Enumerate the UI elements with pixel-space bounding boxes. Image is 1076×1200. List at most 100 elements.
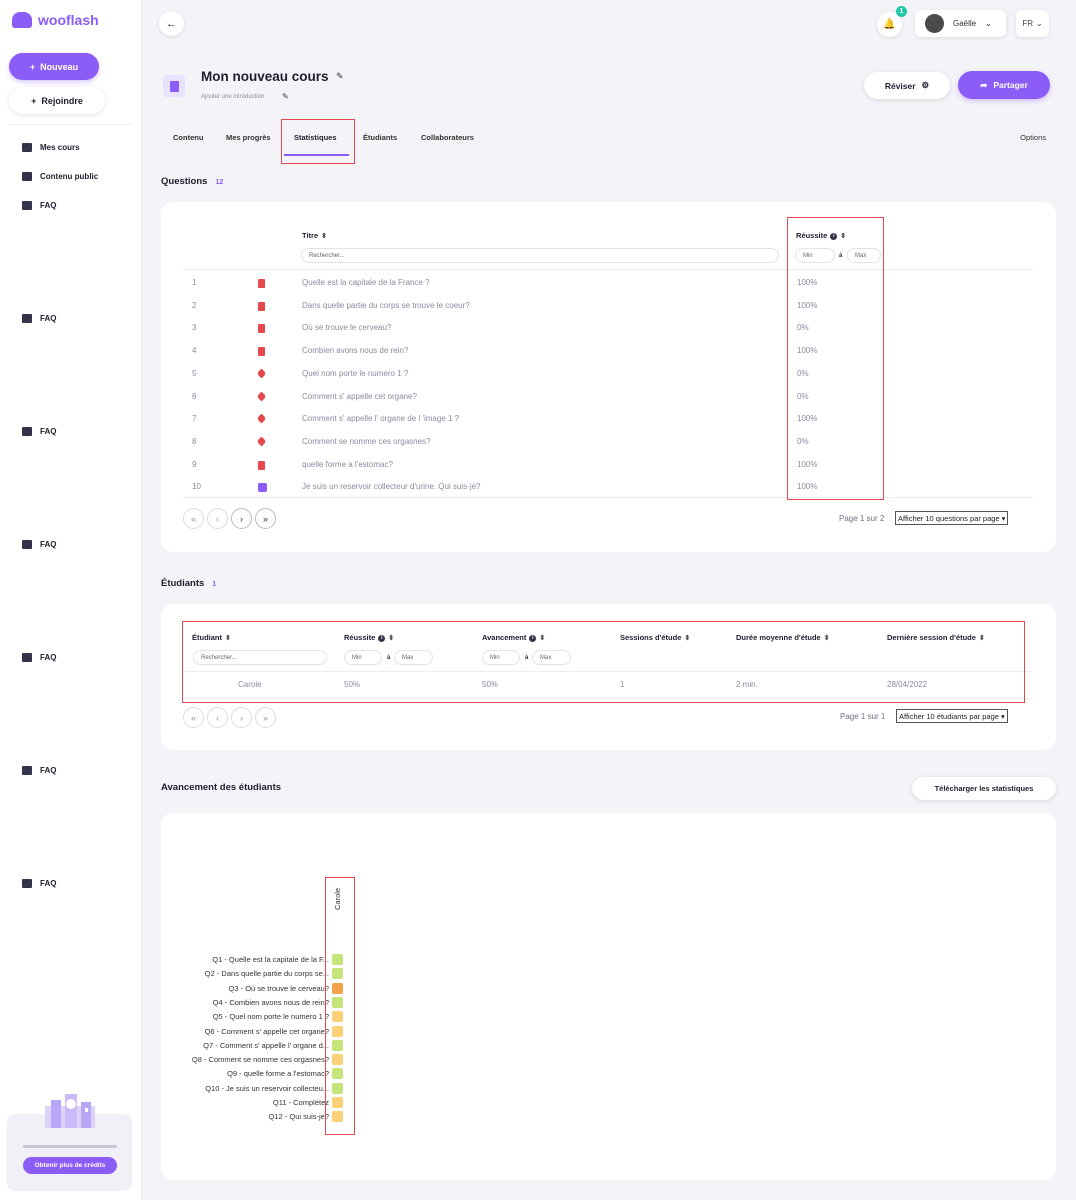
city-illustration-icon <box>45 1094 95 1128</box>
sidebar-item-faq[interactable]: FAQ <box>22 540 56 549</box>
arrow-left-icon: ← <box>166 17 177 30</box>
download-stats-button[interactable]: Télécharger les statistiques <box>912 777 1056 800</box>
students-heading: Étudiants 1 <box>161 578 216 589</box>
sidebar-item-faq[interactable]: FAQ <box>22 766 56 775</box>
question-title[interactable]: quelle forme a l'estomac? <box>302 460 393 469</box>
highlight-box <box>787 217 884 500</box>
plus-icon: + <box>31 95 37 106</box>
sidebar-item-faq[interactable]: FAQ <box>22 314 56 323</box>
first-page-button[interactable]: « <box>183 707 204 728</box>
course-icon <box>163 75 185 97</box>
sidebar-item-label: FAQ <box>40 879 57 888</box>
heatmap-question-label: Q6 - Comment s' appelle cet organe? <box>204 1026 329 1036</box>
students-per-page-select[interactable]: Afficher 10 étudiants par page ▾ <box>896 709 1008 723</box>
faq-icon <box>22 427 32 436</box>
question-search-input[interactable]: Rechercher... <box>301 248 779 263</box>
question-number: 1 <box>192 278 197 287</box>
col-title-header[interactable]: Titre ⬍ <box>302 231 327 240</box>
next-page-button[interactable]: › <box>231 508 252 529</box>
sidebar-item-faq[interactable]: FAQ <box>22 879 56 888</box>
elephant-logo-icon <box>12 12 32 28</box>
question-title[interactable]: Comment s' appelle cet organe? <box>302 392 417 401</box>
question-title[interactable]: Où se trouve le cerveau? <box>302 323 391 332</box>
user-menu[interactable]: Gaëlle ⌄ <box>915 10 1006 37</box>
tab-students[interactable]: Étudiants <box>363 133 397 142</box>
question-title[interactable]: Je suis un reservoir collecteur d'urine.… <box>302 482 481 491</box>
avatar <box>925 14 944 33</box>
question-number: 3 <box>192 323 197 333</box>
faq-icon <box>22 314 32 323</box>
highlight-box <box>325 877 355 1135</box>
tab-content[interactable]: Contenu <box>173 133 203 142</box>
tab-my-progress[interactable]: Mes progrès <box>226 133 271 142</box>
sidebar-item-my-courses[interactable]: Mes cours <box>22 143 80 152</box>
join-button-label: Rejoindre <box>41 95 83 106</box>
question-number: 5 <box>192 368 197 378</box>
question-title[interactable]: Combien avons nous de rein? <box>302 346 408 355</box>
document-icon <box>258 279 265 288</box>
new-button[interactable]: + Nouveau <box>9 53 99 80</box>
notifications-badge: 1 <box>896 6 907 17</box>
prev-page-button[interactable]: ‹ <box>207 707 228 728</box>
sidebar-item-label: FAQ <box>40 314 57 323</box>
tab-collaborators[interactable]: Collaborateurs <box>421 133 474 142</box>
get-more-credits-button[interactable]: Obtenir plus de crédits <box>23 1157 117 1174</box>
courses-icon <box>22 143 32 152</box>
course-title[interactable]: Mon nouveau cours <box>201 69 329 84</box>
back-button[interactable]: ← <box>159 11 184 36</box>
question-title[interactable]: Dans quelle partie du corps se trouve le… <box>302 301 470 310</box>
image-icon <box>258 483 267 493</box>
share-button[interactable]: ➦ Partager <box>958 71 1050 99</box>
course-intro[interactable]: Ajouter une introduction <box>201 94 264 100</box>
tag-icon <box>256 391 267 401</box>
question-number: 9 <box>192 459 197 469</box>
sidebar-item-public-content[interactable]: Contenu public <box>22 172 98 181</box>
new-button-label: Nouveau <box>40 61 79 72</box>
join-button[interactable]: + Rejoindre <box>9 87 105 114</box>
document-icon <box>258 324 265 334</box>
sort-icon: ⬍ <box>321 233 327 240</box>
sidebar-item-faq[interactable]: FAQ <box>22 201 56 210</box>
first-page-button[interactable]: « <box>183 508 204 529</box>
tag-icon <box>256 368 267 379</box>
questions-page-info: Page 1 sur 2 <box>839 514 885 523</box>
sidebar-item-label: FAQ <box>40 766 57 775</box>
language-selector[interactable]: FR ⌄ <box>1016 10 1049 37</box>
options-link[interactable]: Options <box>1020 133 1046 142</box>
questions-per-page-value: Afficher 10 questions par page <box>898 513 1000 523</box>
question-number: 7 <box>192 414 197 424</box>
document-icon <box>258 460 265 470</box>
questions-heading-label: Questions <box>161 176 208 187</box>
prev-page-button[interactable]: ‹ <box>207 508 228 529</box>
sidebar-item-label: Mes cours <box>40 143 80 152</box>
edit-title-pencil-icon[interactable]: ✎ <box>336 71 344 82</box>
sidebar-item-faq[interactable]: FAQ <box>22 653 56 662</box>
question-title[interactable]: Comment se nomme ces orgasnes? <box>302 437 431 446</box>
col-title-label: Titre <box>302 231 319 240</box>
chevron-down-icon: ⌄ <box>985 19 992 28</box>
heatmap-question-label: Q4 - Combien avons nous de rein? <box>212 997 329 1007</box>
question-title[interactable]: Quel nom porte le numero 1 ? <box>302 369 408 378</box>
review-button[interactable]: Réviser ⚙ <box>864 72 950 99</box>
faq-icon <box>22 653 32 662</box>
question-title[interactable]: Quelle est la capitale de la France ? <box>302 278 430 287</box>
sidebar-item-faq[interactable]: FAQ <box>22 427 56 436</box>
next-page-button[interactable]: › <box>231 707 252 728</box>
last-page-button[interactable]: » <box>255 707 276 728</box>
question-title[interactable]: Comment s' appelle l' organe de l 'image… <box>302 414 459 423</box>
share-label: Partager <box>993 80 1028 90</box>
last-page-button[interactable]: » <box>255 508 276 529</box>
students-heading-label: Étudiants <box>161 578 205 589</box>
highlight-box <box>182 621 1025 703</box>
questions-pagination: « ‹ › » <box>183 508 276 529</box>
heatmap-question-label: Q5 - Quel nom porte le numero 1 ? <box>212 1012 329 1022</box>
chevron-down-icon: ▾ <box>1000 711 1005 721</box>
question-number: 6 <box>192 391 197 401</box>
questions-per-page-select[interactable]: Afficher 10 questions par page ▾ <box>895 511 1009 525</box>
students-per-page-value: Afficher 10 étudiants par page <box>899 711 999 721</box>
faq-icon <box>22 540 32 549</box>
chevron-down-icon: ▾ <box>1001 513 1006 523</box>
question-number: 10 <box>192 482 201 492</box>
edit-intro-pencil-icon[interactable]: ✎ <box>282 92 289 101</box>
app-logo[interactable]: wooflash <box>12 12 99 28</box>
